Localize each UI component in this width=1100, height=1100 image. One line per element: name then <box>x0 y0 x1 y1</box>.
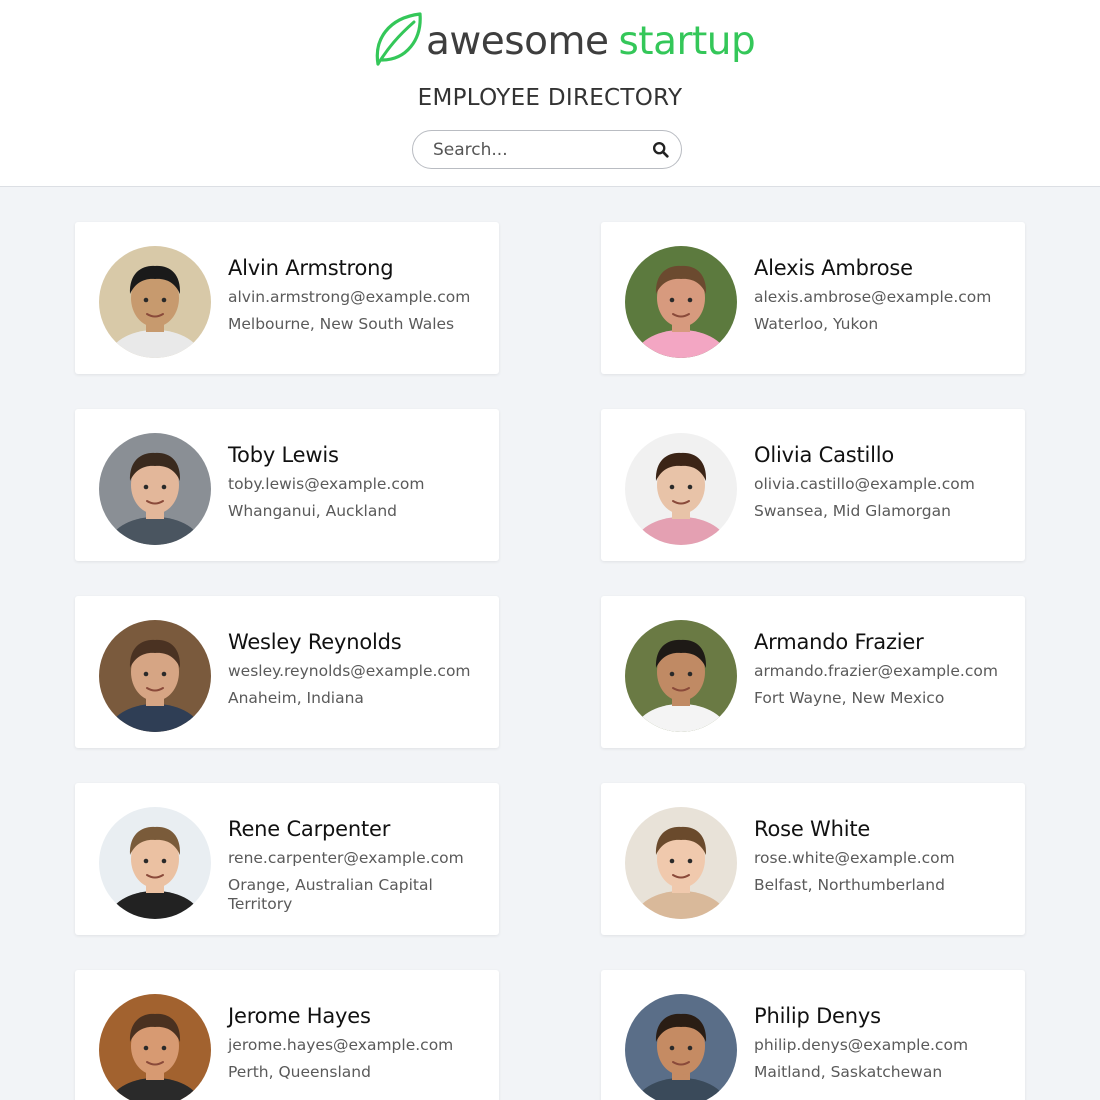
employee-info: Philip Denys philip.denys@example.com Mait… <box>754 1004 1019 1082</box>
employee-email[interactable]: alexis.ambrose@example.com <box>754 288 1019 307</box>
employee-email[interactable]: jerome.hayes@example.com <box>228 1036 493 1055</box>
employee-info: Armando Frazier armando.frazier@example.c… <box>754 630 1019 708</box>
employee-name: Philip Denys <box>754 1004 881 1028</box>
employee-name: Alexis Ambrose <box>754 256 913 280</box>
employee-avatar <box>625 620 737 732</box>
employee-name: Toby Lewis <box>228 443 339 467</box>
employee-location: Anaheim, Indiana <box>228 689 364 707</box>
employee-name: Armando Frazier <box>754 630 924 654</box>
employee-avatar <box>625 246 737 358</box>
employee-location: Swansea, Mid Glamorgan <box>754 502 951 520</box>
employee-location: Perth, Queensland <box>228 1063 371 1081</box>
search-input[interactable] <box>433 139 652 160</box>
employee-card[interactable]: Rene Carpenter rene.carpenter@example.com… <box>75 783 499 935</box>
employee-email[interactable]: philip.denys@example.com <box>754 1036 1019 1055</box>
employee-card[interactable]: Alexis Ambrose alexis.ambrose@example.com… <box>601 222 1025 374</box>
search-bar <box>412 130 682 169</box>
employee-card[interactable]: Toby Lewis toby.lewis@example.com Whanganu… <box>75 409 499 561</box>
employee-card[interactable]: Jerome Hayes jerome.hayes@example.com Pert… <box>75 970 499 1100</box>
employee-info: Wesley Reynolds wesley.reynolds@example.c… <box>228 630 493 708</box>
employee-avatar <box>99 620 211 732</box>
employee-info: Rose White rose.white@example.com Belfast,… <box>754 817 1019 895</box>
page-title: EMPLOYEE DIRECTORY <box>417 85 683 111</box>
employee-location: Melbourne, New South Wales <box>228 315 455 333</box>
employee-email[interactable]: armando.frazier@example.com <box>754 662 1019 681</box>
employee-info: Olivia Castillo olivia.castillo@example.c… <box>754 443 1019 521</box>
employee-location: Orange, Australian Capital Territory <box>228 876 433 913</box>
employee-info: Toby Lewis toby.lewis@example.com Whanganu… <box>228 443 493 521</box>
employee-info: Alvin Armstrong alvin.armstrong@example.c… <box>228 256 493 334</box>
employee-name: Alvin Armstrong <box>228 256 394 280</box>
employee-card[interactable]: Wesley Reynolds wesley.reynolds@example.c… <box>75 596 499 748</box>
employee-name: Rose White <box>754 817 871 841</box>
employee-location: Fort Wayne, New Mexico <box>754 689 945 707</box>
employee-email[interactable]: toby.lewis@example.com <box>228 475 493 494</box>
employee-avatar <box>99 807 211 919</box>
employee-email[interactable]: alvin.armstrong@example.com <box>228 288 493 307</box>
employee-avatar <box>99 246 211 358</box>
employee-info: Jerome Hayes jerome.hayes@example.com Pert… <box>228 1004 493 1082</box>
employee-avatar <box>625 807 737 919</box>
employee-location: Whanganui, Auckland <box>228 502 398 520</box>
employee-email[interactable]: wesley.reynolds@example.com <box>228 662 493 681</box>
leaf-icon <box>370 10 426 73</box>
employee-name: Rene Carpenter <box>228 817 391 841</box>
employee-card[interactable]: Philip Denys philip.denys@example.com Mait… <box>601 970 1025 1100</box>
employee-avatar <box>625 433 737 545</box>
employee-info: Alexis Ambrose alexis.ambrose@example.com… <box>754 256 1019 334</box>
employee-email[interactable]: rose.white@example.com <box>754 849 1019 868</box>
brand-word-startup: startup <box>618 18 756 64</box>
employee-email[interactable]: olivia.castillo@example.com <box>754 475 1019 494</box>
employee-email[interactable]: rene.carpenter@example.com <box>228 849 493 868</box>
employee-info: Rene Carpenter rene.carpenter@example.com… <box>228 817 493 914</box>
brand-logo[interactable]: awesome startup <box>370 10 756 73</box>
employee-avatar <box>99 433 211 545</box>
employee-card[interactable]: Olivia Castillo olivia.castillo@example.c… <box>601 409 1025 561</box>
page-header: awesome startup EMPLOYEE DIRECTORY <box>0 0 1100 187</box>
employee-name: Olivia Castillo <box>754 443 895 467</box>
employee-avatar <box>99 994 211 1100</box>
employee-location: Waterloo, Yukon <box>754 315 879 333</box>
search-icon[interactable] <box>652 140 670 160</box>
employee-card[interactable]: Alvin Armstrong alvin.armstrong@example.c… <box>75 222 499 374</box>
employee-location: Belfast, Northumberland <box>754 876 945 894</box>
brand-word-awesome: awesome <box>426 18 609 64</box>
employee-location: Maitland, Saskatchewan <box>754 1063 943 1081</box>
employee-grid: Alvin Armstrong alvin.armstrong@example.c… <box>75 222 1025 1100</box>
employee-name: Wesley Reynolds <box>228 630 402 654</box>
employee-card[interactable]: Rose White rose.white@example.com Belfast,… <box>601 783 1025 935</box>
employee-card[interactable]: Armando Frazier armando.frazier@example.c… <box>601 596 1025 748</box>
employee-name: Jerome Hayes <box>228 1004 371 1028</box>
employee-avatar <box>625 994 737 1100</box>
